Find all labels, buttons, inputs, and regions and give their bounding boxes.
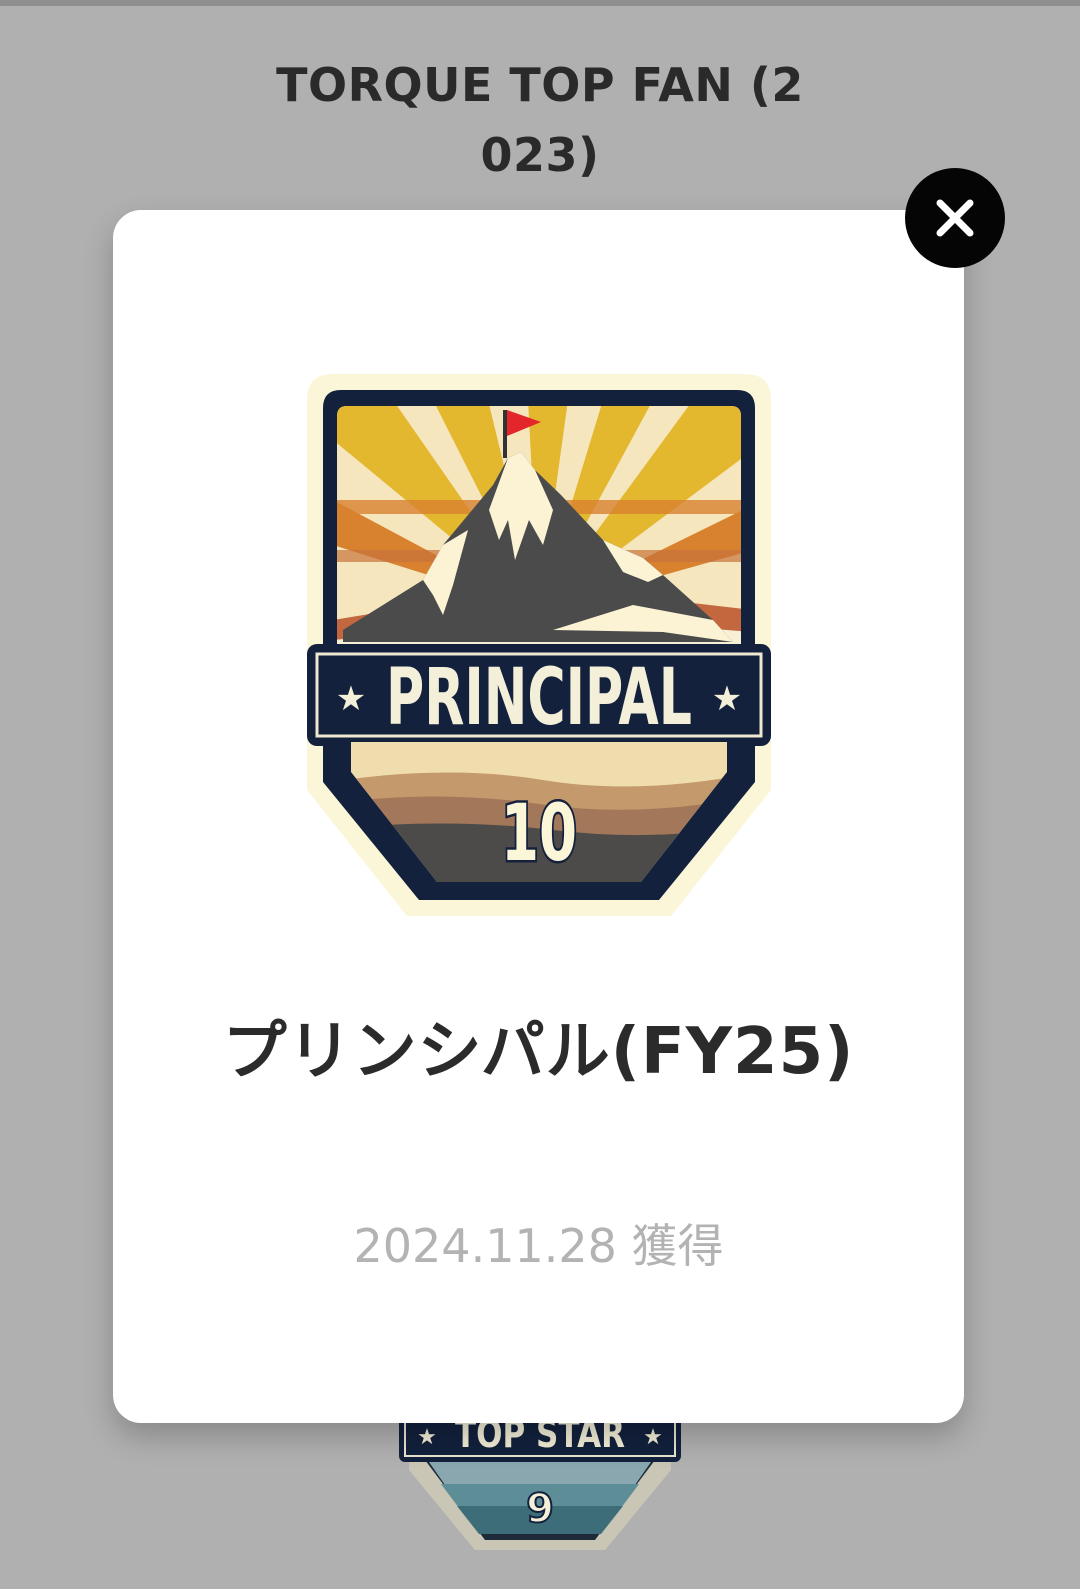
acquired-date: 2024.11.28 獲得 xyxy=(353,1219,724,1273)
page-title: TORQUE TOP FAN (2023) xyxy=(276,58,804,182)
badge-name: プリンシパル(FY25) xyxy=(222,1015,855,1089)
svg-text:★: ★ xyxy=(336,679,366,719)
badge-detail-modal: ★ ★ PRINCIPAL 10 プリンシパル(FY25) 2024.11.28… xyxy=(113,210,964,1423)
principal-badge-image: ★ ★ PRINCIPAL 10 xyxy=(307,374,771,916)
badge-banner-text: PRINCIPAL xyxy=(386,653,692,743)
badge-level: 10 xyxy=(501,789,577,879)
close-icon xyxy=(936,199,974,237)
top-divider xyxy=(0,0,1080,6)
svg-text:★: ★ xyxy=(712,679,742,719)
svg-text:★: ★ xyxy=(417,1425,437,1450)
background-badge[interactable]: ★ ★ TOP STAR 9 xyxy=(395,1400,685,1589)
close-button[interactable] xyxy=(905,168,1005,268)
svg-text:★: ★ xyxy=(643,1425,663,1450)
background-badge-level: 9 xyxy=(526,1486,554,1532)
